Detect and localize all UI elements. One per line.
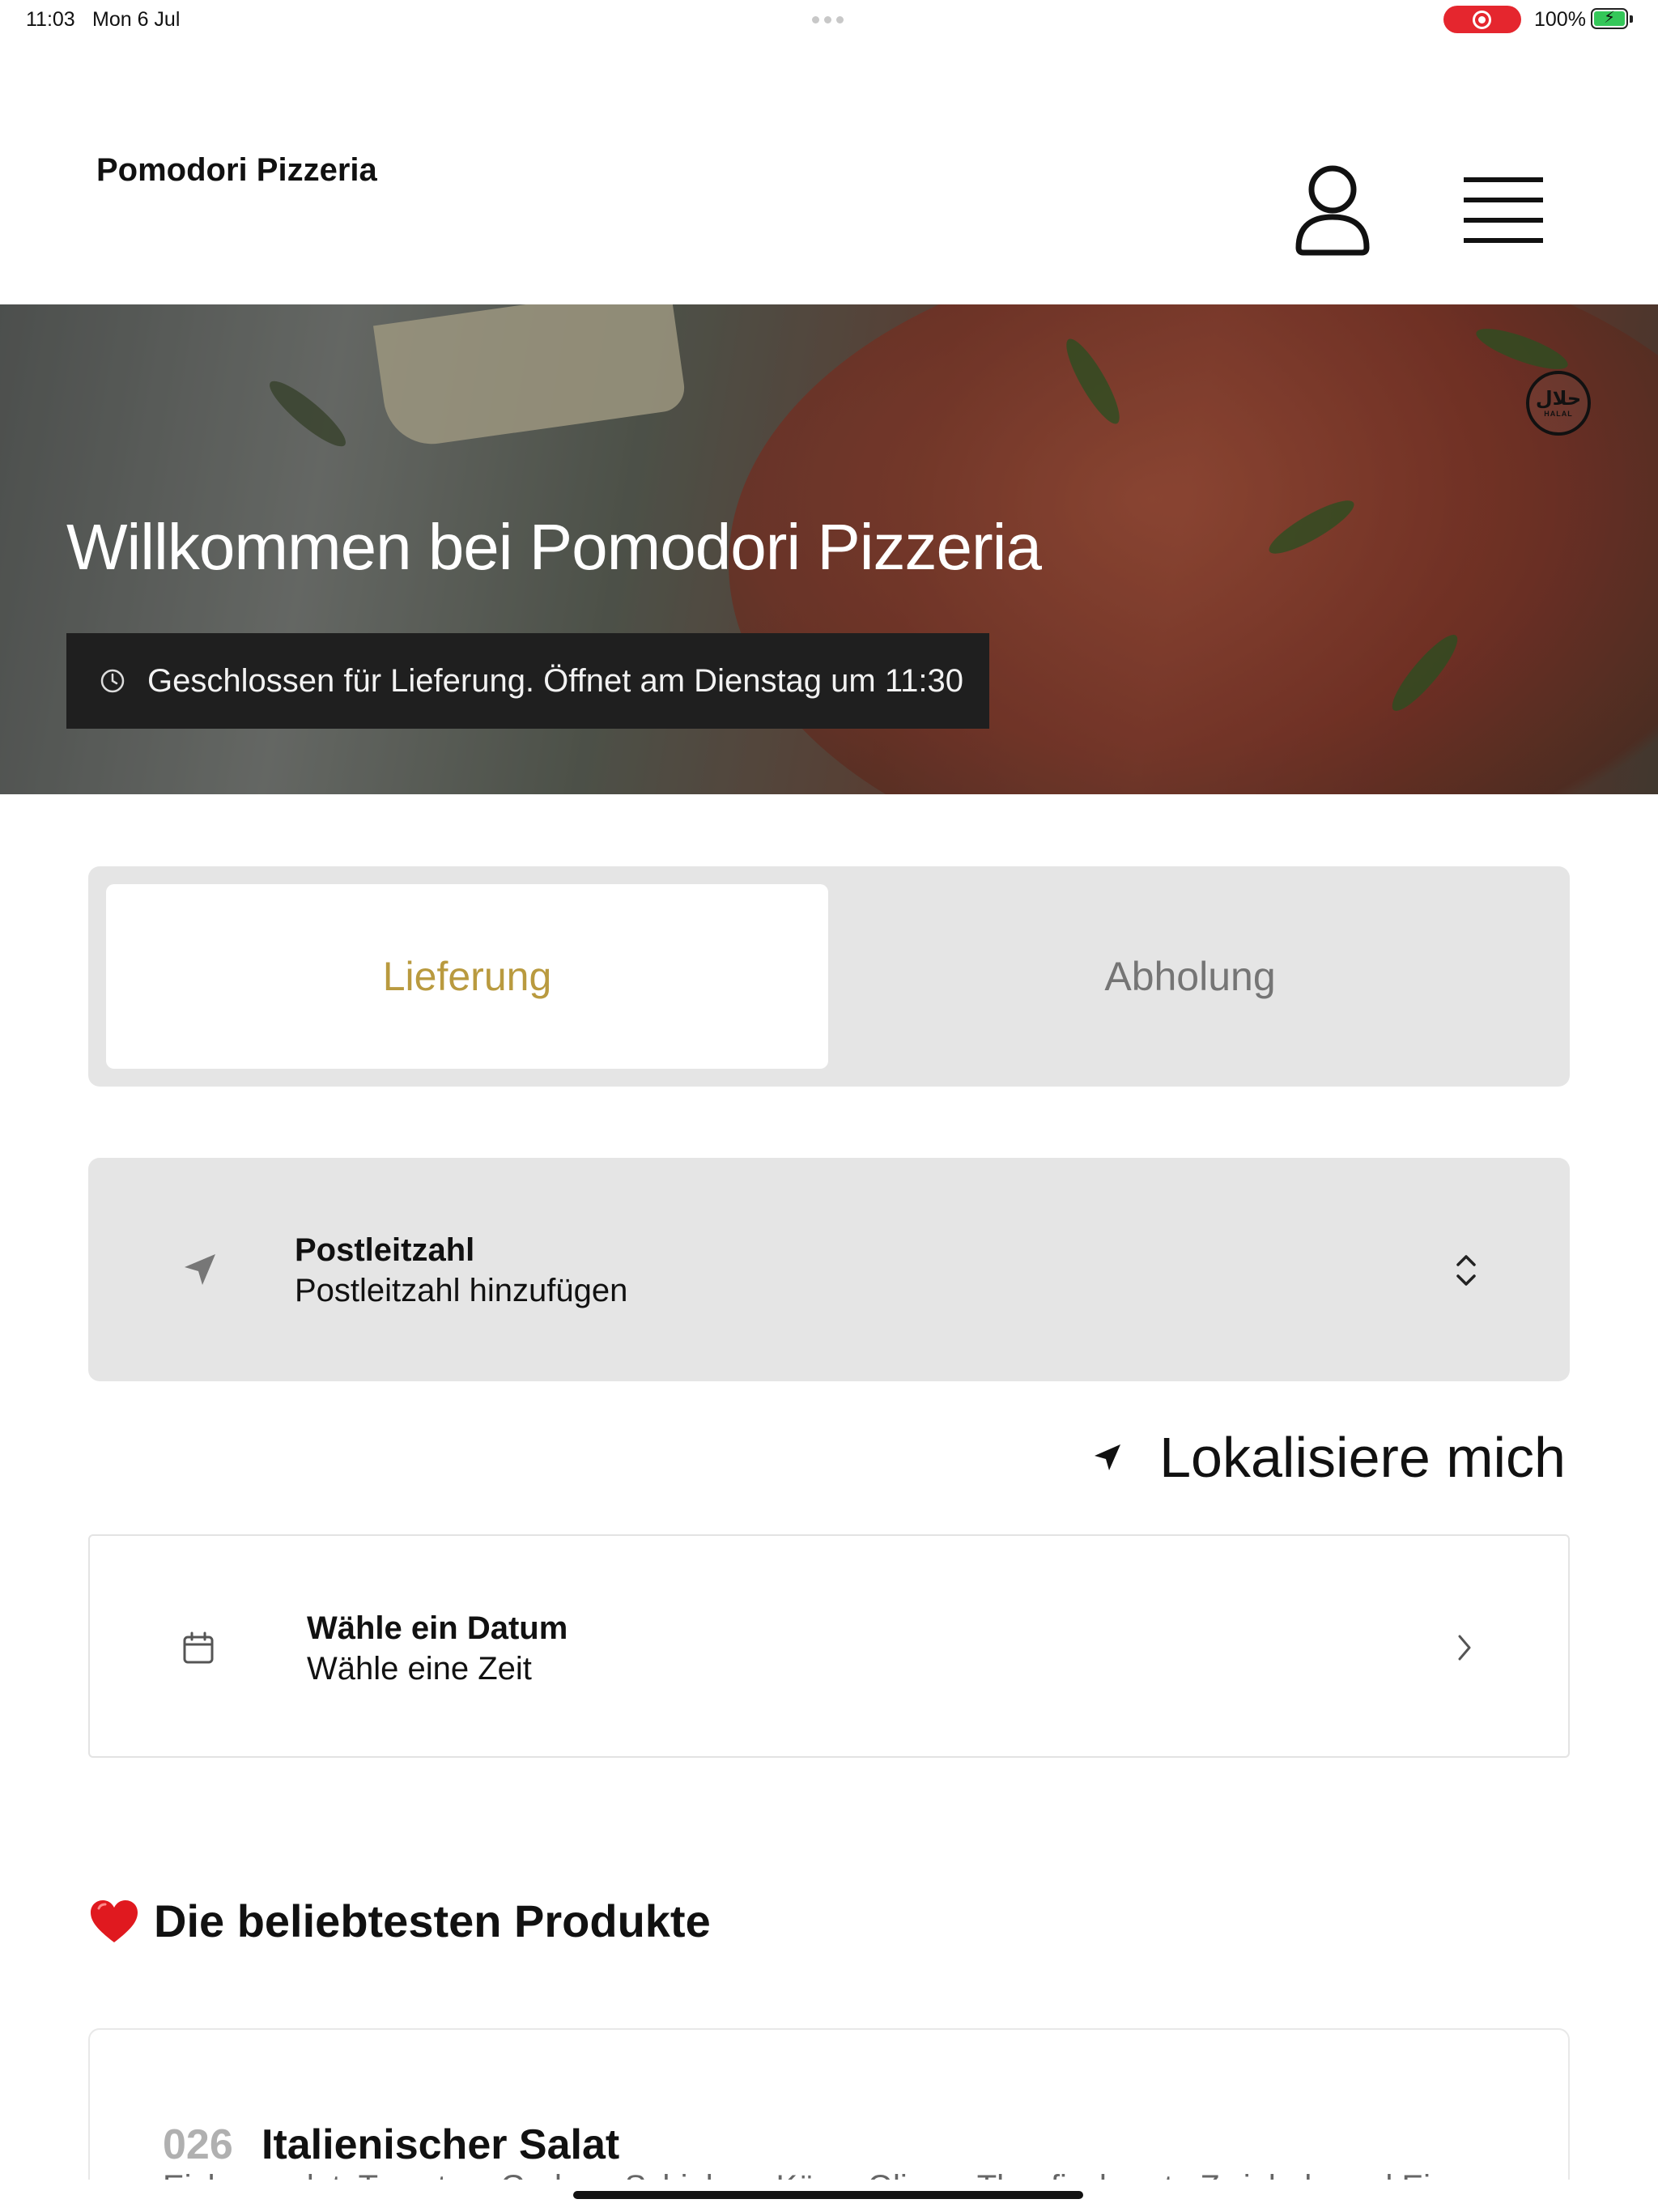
locate-me-button[interactable]: Lokalisiere mich (1090, 1425, 1566, 1490)
hero-title: Willkommen bei Pomodori Pizzeria (66, 511, 1042, 583)
tab-pickup[interactable]: Abholung (828, 884, 1552, 1069)
site-header: Pomodori Pizzeria (0, 39, 1658, 304)
screen-recording-icon[interactable] (1443, 6, 1521, 33)
battery-tip (1630, 15, 1633, 23)
postal-code-value: Postleitzahl hinzufügen (295, 1273, 628, 1308)
clock-icon (100, 669, 125, 693)
halal-arabic-text: حلال (1535, 388, 1582, 410)
date-label: Wähle ein Datum (307, 1610, 568, 1646)
order-mode-toggle: Lieferung Abholung (88, 866, 1570, 1087)
status-time: 11:03 (26, 8, 75, 31)
user-icon (1295, 165, 1370, 256)
opening-status-banner: Geschlossen für Lieferung. Öffnet am Die… (66, 633, 989, 729)
halal-badge: حلال HALAL (1526, 371, 1591, 436)
popular-heading-text: Die beliebtesten Produkte (154, 1895, 711, 1946)
popular-products-heading: Die beliebtesten Produkte (89, 1895, 711, 1947)
menu-button[interactable] (1464, 175, 1548, 248)
navigation-arrow-icon (185, 1254, 215, 1285)
status-bar: 11:03 Mon 6 Jul 100% ⚡ (0, 0, 1658, 39)
date-time-selector[interactable]: Wähle ein Datum Wähle eine Zeit (88, 1534, 1570, 1758)
tab-delivery[interactable]: Lieferung (106, 884, 828, 1069)
halal-latin-text: HALAL (1544, 410, 1573, 418)
chevron-up-down-icon (1456, 1255, 1476, 1286)
heart-icon (91, 1899, 138, 1942)
home-indicator[interactable] (573, 2191, 1083, 2199)
brand-name[interactable]: Pomodori Pizzeria (96, 152, 377, 189)
locate-me-label: Lokalisiere mich (1159, 1426, 1566, 1489)
chevron-right-icon (1458, 1635, 1471, 1661)
time-label: Wähle eine Zeit (307, 1651, 532, 1687)
battery-icon: ⚡ (1591, 8, 1628, 29)
postal-code-label: Postleitzahl (295, 1232, 475, 1268)
status-date: Mon 6 Jul (92, 8, 181, 31)
multitasking-dots-icon[interactable] (812, 16, 848, 23)
location-arrow-icon (1095, 1444, 1121, 1470)
hamburger-menu-icon (1464, 177, 1543, 243)
product-number: 026 (163, 2121, 233, 2168)
postal-code-selector[interactable]: Postleitzahl Postleitzahl hinzufügen (88, 1158, 1570, 1381)
opening-status-text: Geschlossen für Lieferung. Öffnet am Die… (147, 662, 963, 699)
battery-percent: 100% (1534, 8, 1586, 31)
account-button[interactable] (1294, 164, 1371, 259)
product-name: Italienischer Salat (261, 2121, 620, 2168)
calendar-icon (183, 1631, 214, 1664)
